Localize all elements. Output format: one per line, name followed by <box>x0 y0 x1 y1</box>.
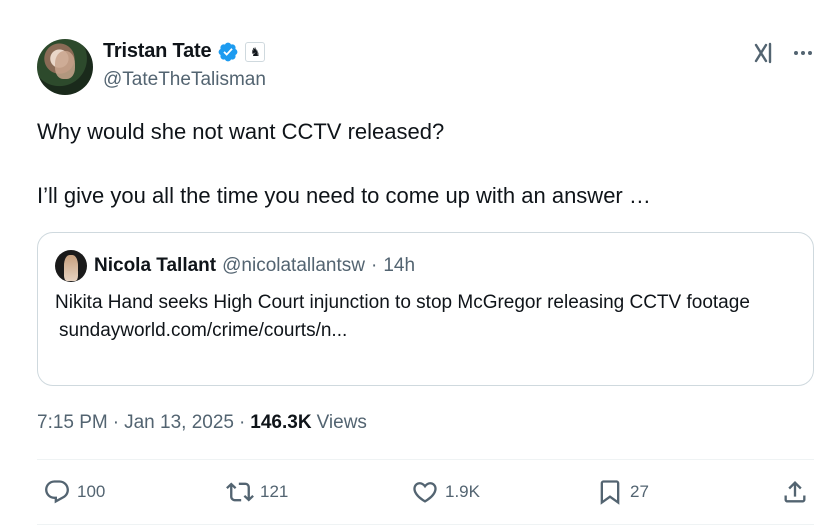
grok-icon[interactable] <box>753 40 779 66</box>
views-label: Views <box>316 412 367 433</box>
quoted-tweet-body: Nikita Hand seeks High Court injunction … <box>55 289 795 344</box>
tweet-container: Tristan Tate ♞ @TateTheTalisman Why woul… <box>0 0 837 531</box>
share-button[interactable] <box>781 478 809 506</box>
more-options-icon[interactable] <box>790 41 816 65</box>
retweet-count: 121 <box>260 482 289 501</box>
share-icon <box>784 481 806 503</box>
author-display-name[interactable]: Tristan Tate <box>103 40 212 63</box>
like-count: 1.9K <box>445 482 480 501</box>
bookmark-button[interactable]: 27 <box>596 478 649 506</box>
quoted-tweet-link[interactable]: sundayworld.com/crime/courts/n... <box>55 317 795 344</box>
divider-bottom <box>37 524 814 525</box>
like-button[interactable]: 1.9K <box>411 478 480 506</box>
quoted-tweet-card[interactable]: Nicola Tallant @nicolatallantsw · 14h Ni… <box>37 232 814 386</box>
heart-icon <box>413 482 437 503</box>
views-count: 146.3K <box>250 412 312 433</box>
quoted-separator: · <box>370 255 378 276</box>
action-bar: 100 121 1.9K 27 <box>37 470 814 516</box>
retweet-button[interactable]: 121 <box>226 478 288 506</box>
bookmark-count: 27 <box>630 482 649 501</box>
author-handle[interactable]: @TateTheTalisman <box>103 69 266 91</box>
tweet-meta: 7:15 PM · Jan 13, 2025 · 146.3K Views <box>37 412 367 434</box>
reply-icon <box>45 480 69 504</box>
bookmark-icon <box>600 480 620 505</box>
quoted-tweet-text: Nikita Hand seeks High Court injunction … <box>55 292 750 313</box>
quoted-timestamp: 14h <box>383 255 416 276</box>
verified-badge-icon[interactable] <box>217 41 239 63</box>
tweet-line-1: Why would she not want CCTV released? <box>37 119 445 144</box>
divider-top <box>37 459 814 460</box>
quoted-author-avatar <box>55 250 87 282</box>
author-name-row: Tristan Tate ♞ <box>103 40 266 63</box>
tweet-date[interactable]: Jan 13, 2025 <box>124 412 234 434</box>
tweet-text: Why would she not want CCTV released? I’… <box>37 116 797 212</box>
quoted-author-handle: @nicolatallantsw <box>222 255 365 276</box>
retweet-icon <box>226 482 254 502</box>
reply-count: 100 <box>77 482 106 501</box>
meta-separator: · <box>112 412 120 433</box>
chess-knight-icon[interactable]: ♞ <box>245 41 266 62</box>
reply-button[interactable]: 100 <box>43 478 105 506</box>
quoted-author-name: Nicola Tallant <box>94 255 217 276</box>
quoted-tweet-header: Nicola Tallant @nicolatallantsw · 14h <box>94 255 415 277</box>
meta-separator-2: · <box>238 412 246 433</box>
tweet-line-2: I’ll give you all the time you need to c… <box>37 183 651 208</box>
tweet-time[interactable]: 7:15 PM <box>37 412 108 434</box>
author-avatar[interactable] <box>37 39 93 95</box>
